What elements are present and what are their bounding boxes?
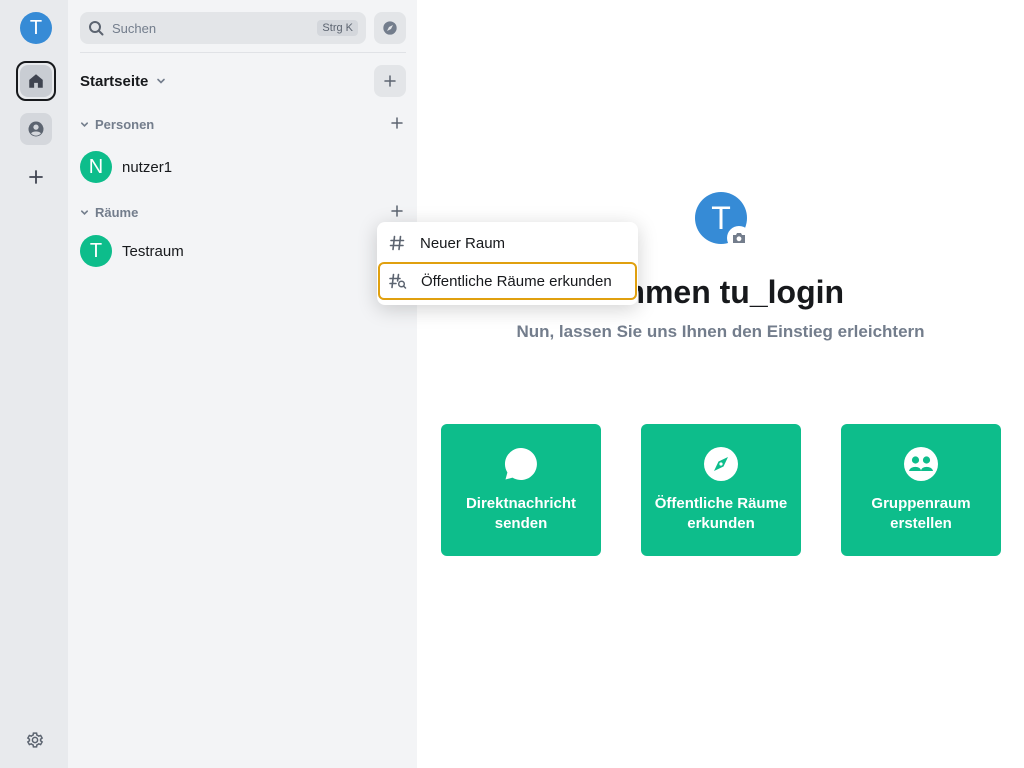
home-icon xyxy=(29,74,43,88)
people-space-button[interactable] xyxy=(20,113,52,145)
home-context-menu-trigger[interactable]: Startseite xyxy=(80,70,166,92)
user-avatar[interactable]: T xyxy=(20,12,52,44)
explore-rooms-button[interactable] xyxy=(374,12,406,44)
gear-icon xyxy=(26,732,44,748)
room-name: Testraum xyxy=(122,242,184,260)
plus-icon xyxy=(391,117,403,129)
section-title: Personen xyxy=(95,116,155,132)
divider xyxy=(80,52,406,53)
menu-item-label: Neuer Raum xyxy=(420,234,506,252)
plus-icon xyxy=(391,205,403,217)
chevron-down-icon xyxy=(80,121,89,127)
group-icon xyxy=(904,447,938,481)
search-shortcut-badge: Strg K xyxy=(317,20,358,36)
chevron-down-icon xyxy=(157,78,166,84)
section-header-people[interactable]: Personen xyxy=(80,115,154,133)
room-tile-nutzer1[interactable]: N nutzer1 xyxy=(80,151,172,183)
add-room-button[interactable] xyxy=(388,202,406,220)
compass-icon xyxy=(704,447,738,481)
room-tile-testraum[interactable]: T Testraum xyxy=(80,235,184,267)
card-label: Direktnachricht senden xyxy=(465,495,577,532)
plus-icon xyxy=(384,75,396,87)
menu-item-explore-public-rooms[interactable]: Öffentliche Räume erkunden xyxy=(378,262,637,300)
welcome-subtitle: Nun, lassen Sie uns Ihnen den Einstieg e… xyxy=(516,322,925,341)
plus-icon xyxy=(29,170,43,184)
avatar: T xyxy=(80,235,112,267)
send-dm-button[interactable]: Direktnachricht senden xyxy=(441,424,601,556)
chat-bubble-icon xyxy=(504,447,537,480)
room-name: nutzer1 xyxy=(122,158,173,176)
search-input[interactable]: Suchen Strg K xyxy=(80,12,366,44)
create-space-button[interactable] xyxy=(24,165,48,189)
create-group-room-button[interactable]: Gruppenraum erstellen xyxy=(841,424,1001,556)
home-page: T ommen tu_login Nun, lassen Sie uns Ihn… xyxy=(417,0,1024,768)
add-room-context-menu: Neuer Raum Öffentliche Räume erkunden xyxy=(377,222,638,305)
menu-item-label: Öffentliche Räume erkunden xyxy=(421,272,612,290)
compass-icon xyxy=(383,21,397,35)
avatar: N xyxy=(80,151,112,183)
home-title: Startseite xyxy=(80,72,149,90)
search-placeholder: Suchen xyxy=(112,20,157,36)
menu-item-new-room[interactable]: Neuer Raum xyxy=(378,224,637,262)
camera-icon xyxy=(733,233,745,243)
section-header-rooms[interactable]: Räume xyxy=(80,203,138,221)
add-person-button[interactable] xyxy=(388,114,406,132)
upload-avatar-button[interactable] xyxy=(727,226,751,250)
home-space-button[interactable] xyxy=(16,61,56,101)
settings-button[interactable] xyxy=(24,729,46,751)
card-label: Gruppenraum erstellen xyxy=(871,495,971,532)
hash-search-icon xyxy=(389,273,407,289)
chevron-down-icon xyxy=(80,209,89,215)
card-label: Öffentliche Räume erkunden xyxy=(654,495,788,532)
add-button[interactable] xyxy=(374,65,406,97)
space-bar: T xyxy=(0,0,68,768)
explore-public-rooms-button[interactable]: Öffentliche Räume erkunden xyxy=(641,424,801,556)
search-icon xyxy=(89,21,104,36)
person-icon xyxy=(28,121,44,137)
room-list-panel: Suchen Strg K Startseite Personen N nutz… xyxy=(68,0,417,768)
hash-icon xyxy=(389,235,405,251)
section-title: Räume xyxy=(95,204,139,220)
